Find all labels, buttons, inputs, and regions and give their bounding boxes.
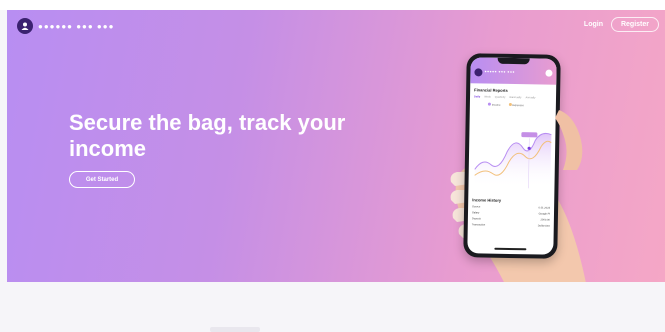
get-started-button[interactable]: Get Started — [69, 171, 135, 188]
avatar-logo-icon — [17, 18, 33, 34]
below-fold-placeholder — [210, 327, 260, 332]
below-fold-section — [0, 282, 665, 332]
brand-logo[interactable]: ●●●●●● ●●● ●●● — [17, 18, 114, 34]
app-name: ●●●●● ●●● ●●● — [484, 69, 515, 75]
phone-mockup: ●●●●● ●●● ●●● Financial Reports Daily We… — [463, 53, 561, 259]
hero-section: ●●●●●● ●●● ●●● Login Register Secure the… — [7, 10, 665, 282]
financial-reports-title: Financial Reports — [474, 87, 508, 93]
tab-annually: Annually — [525, 96, 536, 100]
gear-icon — [545, 69, 553, 77]
phone-notch — [497, 57, 530, 65]
chart-legend: Income Expenses — [487, 102, 524, 107]
income-chart — [474, 132, 552, 189]
phone-screen: ●●●●● ●●● ●●● Financial Reports Daily We… — [467, 57, 557, 255]
register-button[interactable]: Register — [610, 17, 659, 32]
legend-expenses: Expenses — [508, 102, 524, 107]
report-tabs: Daily Week Quarterly Biannually Annually — [474, 95, 535, 99]
login-link[interactable]: Login — [584, 21, 603, 28]
top-nav: Login Register — [584, 17, 659, 32]
thumb-illustration — [555, 110, 583, 170]
income-history-title: Income History — [472, 197, 502, 203]
list-item: Transaction Dollar Amt — [471, 223, 550, 228]
brand-name: ●●●●●● ●●● ●●● — [38, 21, 115, 31]
app-avatar-icon — [474, 68, 483, 77]
hero-headline: Secure the bag, track your income — [69, 110, 346, 161]
tab-week: Week — [484, 95, 491, 99]
legend-income: Income — [487, 102, 501, 107]
browser-top-strip — [0, 0, 665, 10]
income-history-list: Source 0.01.2023 Salary Google Pl Deposit 2… — [472, 205, 550, 230]
phone-home-indicator — [494, 247, 527, 251]
tab-quarterly: Quarterly — [494, 95, 506, 99]
tab-biannually: Biannually — [509, 95, 522, 100]
tab-daily: Daily — [474, 95, 481, 99]
